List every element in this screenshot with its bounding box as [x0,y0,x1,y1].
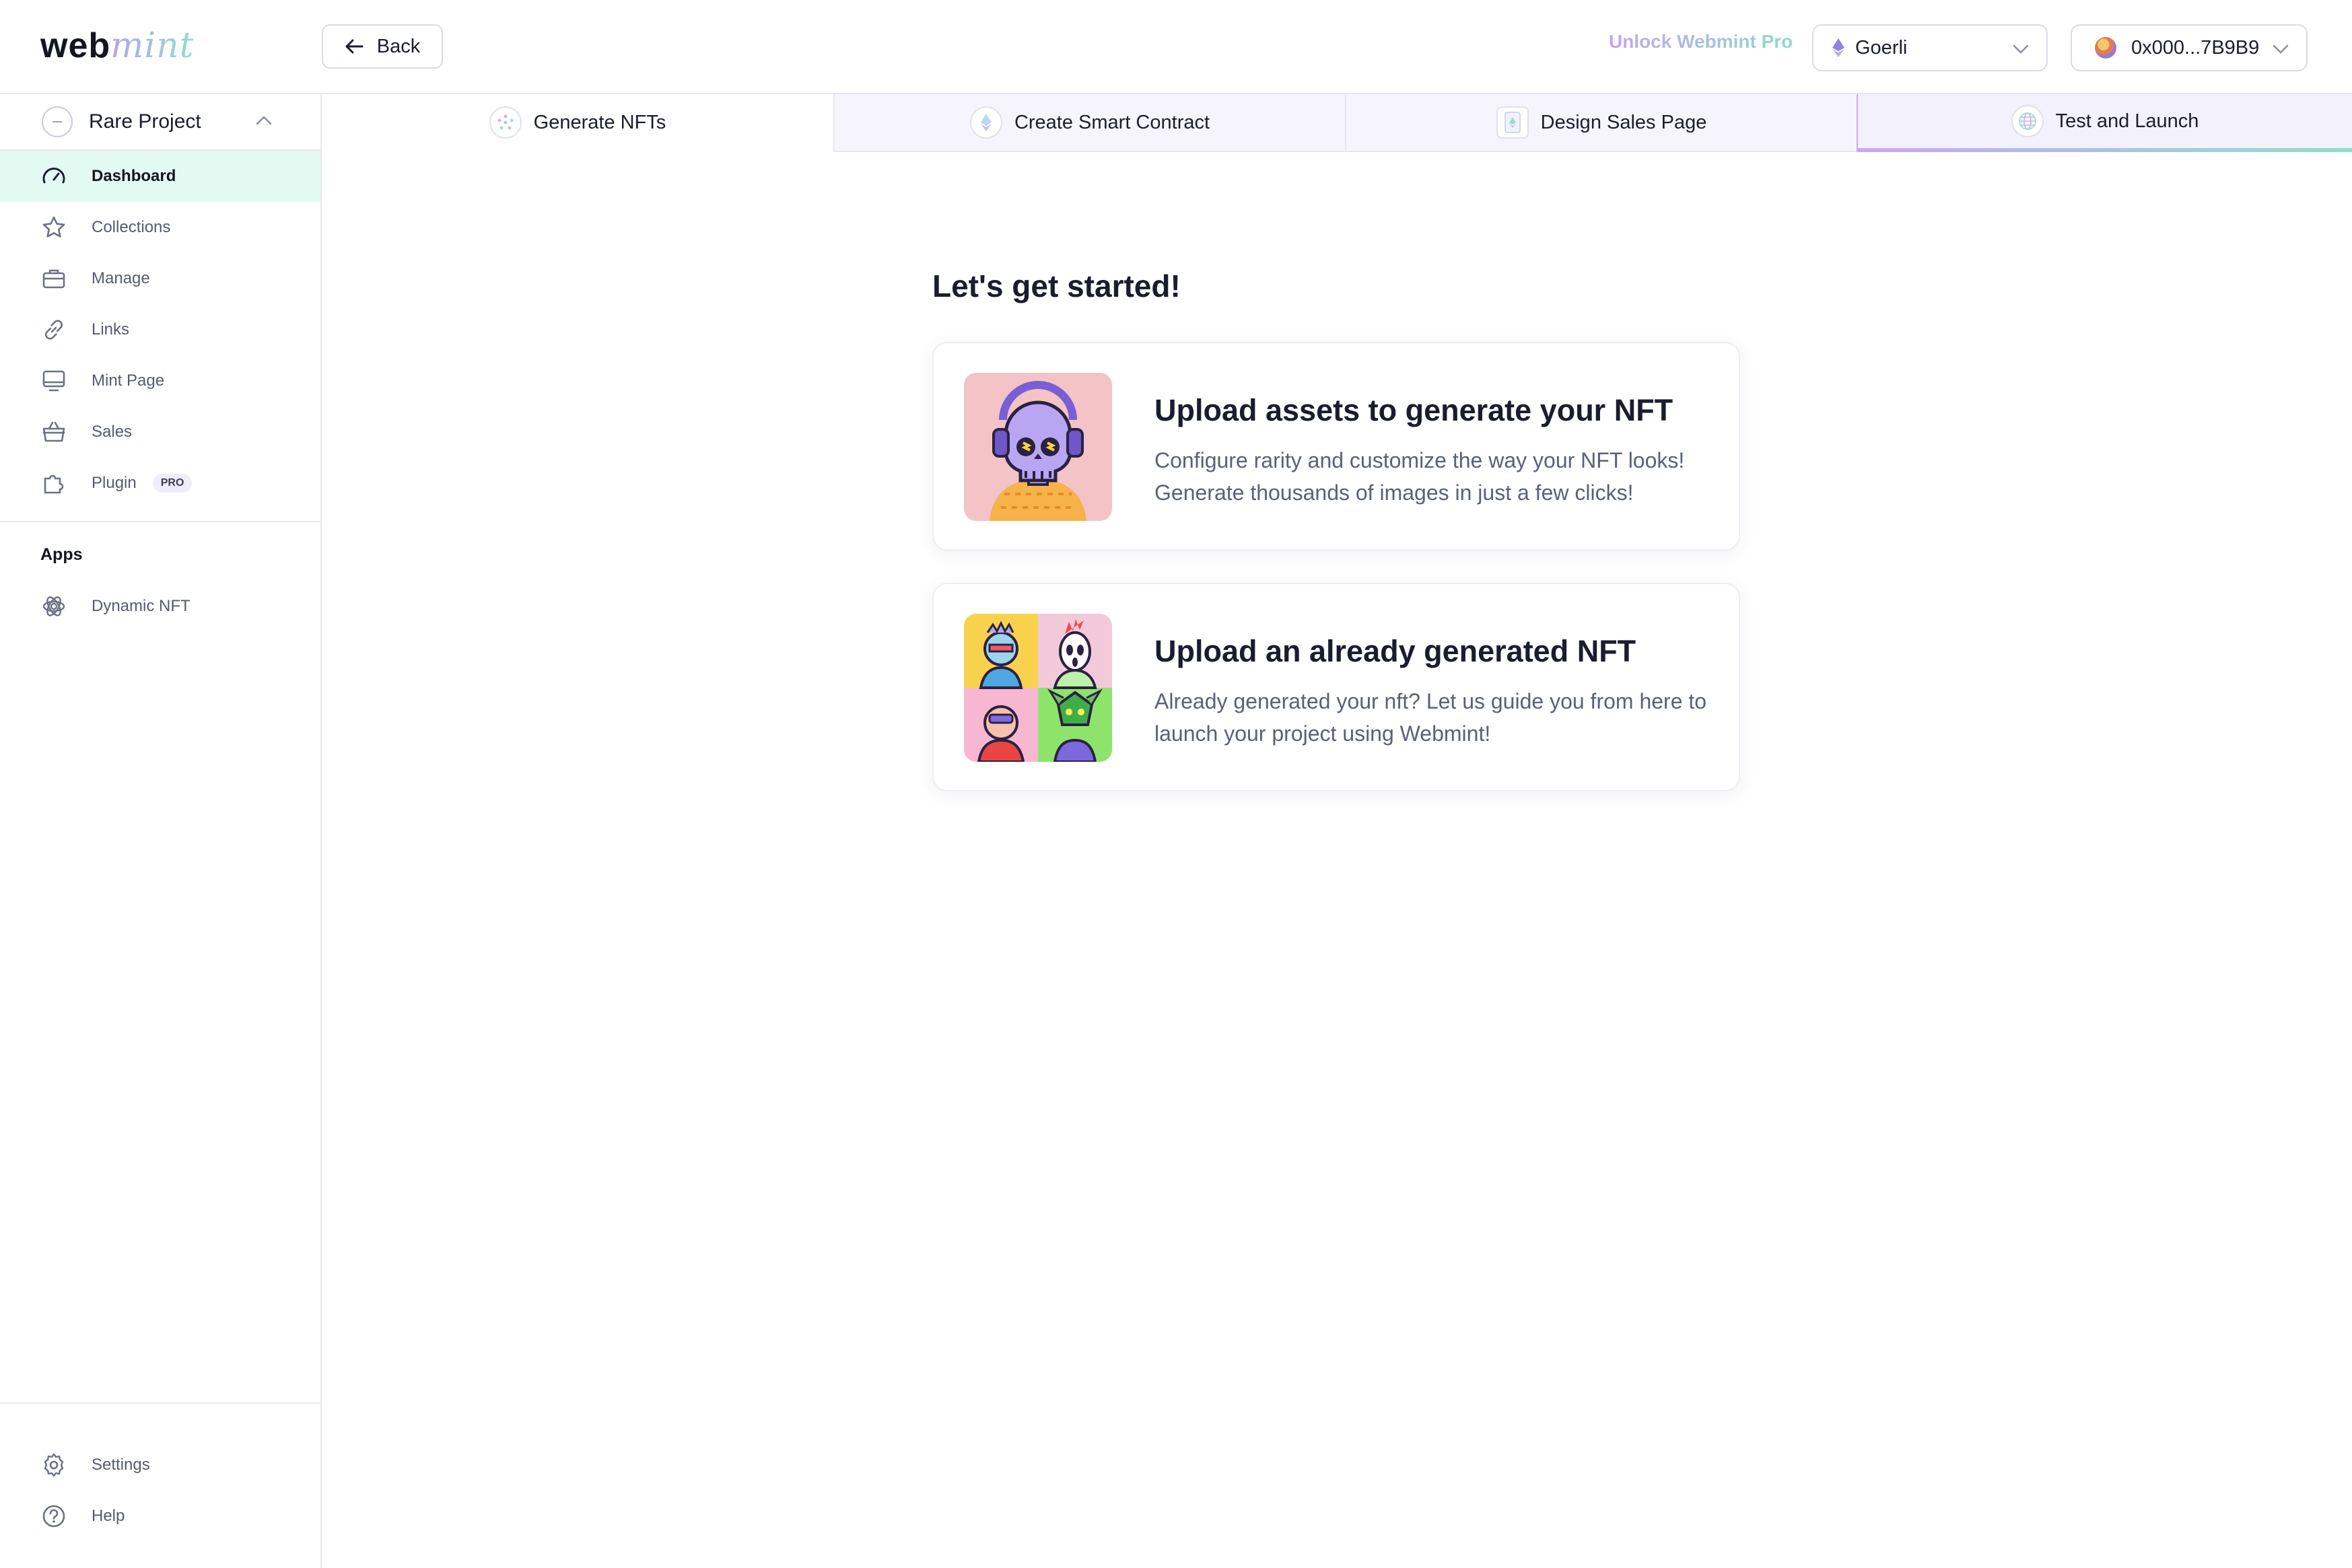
logo-text-mint: mint [110,26,195,66]
apps-heading: Apps [40,545,83,564]
sidebar-item-label: Mint Page [92,371,165,390]
monitor-icon [40,367,67,394]
network-value: Goerli [1855,36,1908,59]
card-description: Configure rarity and customize the way y… [1154,448,1685,505]
webmint-logo[interactable]: web mint [40,26,194,66]
globe-icon [2011,105,2044,137]
back-label: Back [376,35,421,57]
wallet-select[interactable]: 0x000...7B9B9 [2071,24,2308,71]
tab-create-smart-contract[interactable]: Create Smart Contract [833,94,1345,152]
sidebar-item-label: Links [92,320,130,338]
sidebar: Rare Project Dashboard Collections Manag… [0,94,322,1568]
briefcase-icon [40,265,67,292]
tab-generate-nfts[interactable]: Generate NFTs [322,94,833,152]
star-icon [40,214,67,241]
ethereum-icon [969,106,1002,139]
wallet-address: 0x000...7B9B9 [2131,36,2260,59]
project-switcher[interactable]: Rare Project [0,94,320,151]
skull-headphones-illustration [964,373,1112,521]
sparkle-icon [489,106,522,139]
chevron-down-icon [2013,44,2029,54]
tab-label: Design Sales Page [1540,111,1707,133]
step-tabs: Generate NFTs Create Smart Contract Desi… [322,94,2352,152]
help-icon [40,1503,67,1530]
atom-icon [40,593,67,620]
sidebar-item-label: Settings [92,1456,150,1474]
sidebar-item-mint-page[interactable]: Mint Page [0,355,320,406]
link-icon [40,316,67,343]
sidebar-item-links[interactable]: Links [0,304,320,355]
unlock-pro-link[interactable]: Unlock Webmint Pro [1609,31,1793,52]
tab-label: Generate NFTs [533,111,666,133]
sidebar-footer-divider [0,1402,320,1404]
sidebar-item-collections[interactable]: Collections [0,202,320,253]
sidebar-item-label: Sales [92,423,133,441]
sidebar-item-label: Help [92,1507,125,1525]
gear-icon [40,1452,67,1478]
nft-collage-illustration [964,614,1112,762]
sidebar-item-label: Manage [92,269,150,287]
basket-icon [40,419,67,446]
sidebar-item-help[interactable]: Help [0,1491,320,1542]
sidebar-item-settings[interactable]: Settings [0,1439,320,1491]
sidebar-item-label: Plugin [92,474,137,492]
card-description: Already generated your nft? Let us guide… [1154,689,1707,746]
ethereum-icon [1832,38,1844,57]
sidebar-divider [0,521,320,522]
card-title: Upload an already generated NFT [1154,634,1636,668]
sidebar-item-label: Dynamic NFT [92,597,191,615]
project-avatar [42,106,73,137]
page-title: Let's get started! [932,269,1181,304]
tab-label: Create Smart Contract [1014,111,1210,133]
sidebar-item-dynamic-nft[interactable]: Dynamic NFT [0,581,320,632]
sidebar-item-label: Collections [92,218,171,236]
upload-generated-nft-card[interactable]: Upload an already generated NFT Already … [932,583,1740,791]
tab-design-sales-page[interactable]: Design Sales Page [1345,94,1857,152]
tab-test-and-launch[interactable]: Test and Launch [1857,94,2352,152]
sidebar-item-label: Dashboard [92,167,176,185]
page-design-icon [1496,106,1529,139]
pro-badge: PRO [152,474,193,493]
top-bar: web mint Back Unlock Webmint Pro Goerli 0… [0,0,2352,94]
puzzle-icon [40,470,67,497]
upload-assets-card[interactable]: Upload assets to generate your NFT Confi… [932,342,1740,550]
wallet-avatar [2095,37,2116,59]
card-title: Upload assets to generate your NFT [1154,393,1673,427]
project-name: Rare Project [89,110,201,133]
sidebar-item-plugin[interactable]: Plugin PRO [0,458,320,509]
tab-label: Test and Launch [2055,110,2199,132]
back-button[interactable]: Back [322,24,443,69]
arrow-left-icon [345,39,364,54]
sidebar-item-dashboard[interactable]: Dashboard [0,151,320,202]
sidebar-item-sales[interactable]: Sales [0,406,320,458]
gauge-icon [40,163,67,190]
sidebar-item-manage[interactable]: Manage [0,253,320,304]
logo-text-web: web [40,26,111,65]
chevron-down-icon [2273,44,2289,54]
chevron-up-icon [256,116,272,125]
network-select[interactable]: Goerli [1812,24,2048,71]
